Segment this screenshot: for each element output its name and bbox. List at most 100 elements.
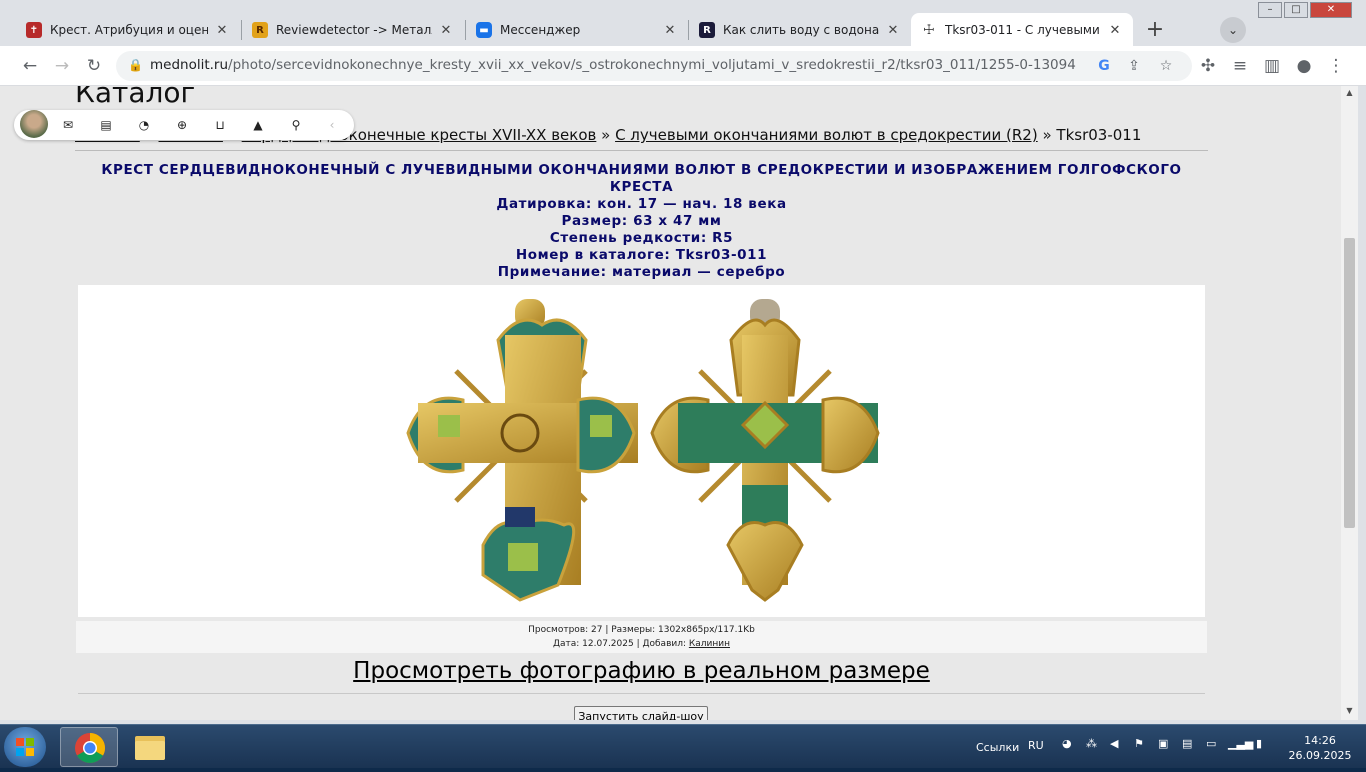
tray-app-icon[interactable]: ▣ bbox=[1158, 737, 1168, 750]
reading-list-icon[interactable]: ≡ bbox=[1228, 54, 1252, 78]
scroll-down-arrow-icon[interactable]: ▼ bbox=[1341, 706, 1358, 715]
side-panel-icon[interactable]: ▥ bbox=[1260, 54, 1284, 78]
tab-1[interactable]: ✝ Крест. Атрибуция и оценка - ✕ bbox=[16, 13, 240, 47]
chrome-taskbar-button[interactable] bbox=[60, 727, 118, 767]
links-toolbar[interactable]: Ссылки bbox=[976, 741, 1019, 754]
close-tab-icon[interactable]: ✕ bbox=[438, 23, 454, 38]
breadcrumb-current: Tksr03-011 bbox=[1056, 126, 1142, 144]
r-favicon-icon: R bbox=[699, 22, 715, 38]
author-link[interactable]: Калинин bbox=[689, 639, 730, 649]
close-tab-icon[interactable]: ✕ bbox=[885, 23, 901, 38]
bookmark-star-icon[interactable]: ☆ bbox=[1156, 56, 1176, 76]
network-icon[interactable]: ◕ bbox=[1062, 737, 1072, 750]
google-lens-icon[interactable]: G bbox=[1094, 56, 1114, 76]
tab-3[interactable]: ▬ Мессенджер ✕ bbox=[466, 13, 688, 47]
close-tab-icon[interactable]: ✕ bbox=[1107, 23, 1123, 38]
divider bbox=[75, 150, 1208, 151]
item-dating: Датировка: кон. 17 — нач. 18 века bbox=[496, 196, 787, 212]
language-indicator[interactable]: RU bbox=[1028, 739, 1044, 752]
cross-photo[interactable] bbox=[78, 285, 1205, 617]
share-icon[interactable]: ⇪ bbox=[1124, 56, 1144, 76]
tab-5-active[interactable]: ☩ Tksr03-011 - С лучевыми око ✕ bbox=[911, 13, 1133, 47]
display-icon[interactable]: ▭ bbox=[1206, 737, 1216, 750]
item-title: КРЕСТ СЕРДЦЕВИДНОКОНЕЧНЫЙ С ЛУЧЕВИДНЫМИ … bbox=[101, 162, 1182, 195]
close-tab-icon[interactable]: ✕ bbox=[662, 23, 678, 38]
search-icon[interactable]: ⚲ bbox=[286, 115, 306, 135]
tab-title: Как слить воду с водонагрев bbox=[723, 23, 879, 37]
chrome-icon bbox=[75, 733, 106, 764]
explorer-taskbar-button[interactable] bbox=[121, 727, 179, 767]
chat-icon[interactable]: ◔ bbox=[134, 115, 154, 135]
page-heading: Каталог bbox=[75, 86, 196, 109]
cross-favicon-icon: ☩ bbox=[921, 22, 937, 38]
menu-icon[interactable]: ⋮ bbox=[1324, 54, 1348, 78]
item-rarity: Степень редкости: R5 bbox=[549, 230, 734, 246]
breadcrumb-separator: » bbox=[1037, 126, 1057, 144]
item-catalog-number: Номер в каталоге: Tksr03-011 bbox=[515, 247, 768, 263]
messenger-favicon-icon: ▬ bbox=[476, 22, 492, 38]
tab-2[interactable]: R Reviewdetector -> Металлопл ✕ bbox=[242, 13, 464, 47]
photo-date: Дата: 12.07.2025 | Добавил: bbox=[552, 639, 689, 649]
volume-icon[interactable]: ◀ bbox=[1110, 737, 1118, 750]
photo-date-author: Дата: 12.07.2025 | Добавил: Калинин bbox=[76, 637, 1207, 651]
tab-title: Reviewdetector -> Металлопл bbox=[276, 23, 432, 37]
item-size: Размер: 63 х 47 мм bbox=[561, 213, 722, 229]
photo-stats: Просмотров: 27 | Размеры: 1302x865px/117… bbox=[528, 625, 755, 635]
clock-date: 26.09.2025 bbox=[1288, 749, 1352, 762]
tab-search-icon[interactable]: ⌄ bbox=[1220, 17, 1246, 43]
reviewdetector-favicon-icon: R bbox=[252, 22, 268, 38]
tab-4[interactable]: R Как слить воду с водонагрев ✕ bbox=[689, 13, 911, 47]
floating-toolbar: ✉ ▤ ◔ ⊕ ⊔ ▲ ⚲ ‹ bbox=[14, 110, 354, 140]
profile-icon[interactable]: ● bbox=[1292, 54, 1316, 78]
scroll-up-arrow-icon[interactable]: ▲ bbox=[1341, 88, 1358, 97]
back-icon[interactable]: ← bbox=[18, 54, 42, 78]
breadcrumb-subcategory[interactable]: С лучевыми окончаниями волют в средокрес… bbox=[615, 126, 1038, 144]
tab-title: Tksr03-011 - С лучевыми око bbox=[945, 23, 1101, 37]
cross-illustration bbox=[406, 299, 880, 602]
address-bar[interactable]: 🔒 mednolit.ru/photo/sercevidnokonechnye_… bbox=[116, 51, 1192, 81]
system-clock[interactable]: 14:26 26.09.2025 bbox=[1280, 733, 1360, 763]
browser-toolbar: ← → ↻ 🔒 mednolit.ru/photo/sercevidnokone… bbox=[0, 46, 1366, 86]
reload-icon[interactable]: ↻ bbox=[82, 54, 106, 78]
tab-title: Крест. Атрибуция и оценка - bbox=[50, 23, 208, 37]
vertical-scrollbar[interactable]: ▲ ▼ bbox=[1341, 86, 1358, 720]
minimize-button[interactable]: – bbox=[1258, 2, 1282, 18]
close-window-button[interactable]: ✕ bbox=[1310, 2, 1352, 18]
url-text[interactable]: mednolit.ru/photo/sercevidnokonechnye_kr… bbox=[150, 57, 1076, 73]
windows-taskbar: Ссылки RU ◕ ⁂ ◀ ⚑ ▣ ▤ ▭ ▁▃▅ ▮ 14:26 26.0… bbox=[0, 724, 1366, 768]
windows-logo-icon bbox=[16, 738, 34, 756]
extensions-icon[interactable]: ✣ bbox=[1196, 54, 1220, 78]
forward-icon[interactable]: → bbox=[50, 54, 74, 78]
divider bbox=[78, 693, 1205, 694]
bell-icon[interactable]: ▲ bbox=[248, 115, 268, 135]
folder-icon bbox=[135, 736, 165, 760]
photo-meta: Просмотров: 27 | Размеры: 1302x865px/117… bbox=[76, 621, 1207, 653]
notes-icon[interactable]: ▤ bbox=[96, 115, 116, 135]
scroll-thumb[interactable] bbox=[1344, 238, 1355, 528]
item-note: Примечание: материал — серебро bbox=[497, 264, 786, 280]
clock-time: 14:26 bbox=[1304, 734, 1336, 747]
action-center-flag-icon[interactable]: ⚑ bbox=[1134, 737, 1144, 750]
battery-icon[interactable]: ▮ bbox=[1256, 737, 1262, 750]
cross-front bbox=[406, 299, 638, 602]
new-tab-button[interactable]: + bbox=[1141, 17, 1169, 45]
close-tab-icon[interactable]: ✕ bbox=[214, 23, 230, 38]
add-icon[interactable]: ⊕ bbox=[172, 115, 192, 135]
lock-icon[interactable]: 🔒 bbox=[128, 58, 143, 72]
cross-back bbox=[650, 299, 880, 602]
chevron-left-icon[interactable]: ‹ bbox=[322, 115, 342, 135]
tab-strip: ✝ Крест. Атрибуция и оценка - ✕ R Review… bbox=[0, 0, 1366, 47]
start-button[interactable] bbox=[4, 727, 46, 767]
network-status-icon[interactable]: ⁂ bbox=[1086, 737, 1097, 750]
mail-icon[interactable]: ✉ bbox=[58, 115, 78, 135]
avatar[interactable] bbox=[20, 110, 48, 138]
signal-icon[interactable]: ▁▃▅ bbox=[1228, 737, 1253, 750]
site-favicon-icon: ✝ bbox=[26, 22, 42, 38]
item-info: КРЕСТ СЕРДЦЕВИДНОКОНЕЧНЫЙ С ЛУЧЕВИДНЫМИ … bbox=[75, 162, 1208, 281]
tray-app2-icon[interactable]: ▤ bbox=[1182, 737, 1192, 750]
basket-icon[interactable]: ⊔ bbox=[210, 115, 230, 135]
slideshow-button[interactable]: Запустить слайд-шоу bbox=[574, 706, 708, 720]
tab-title: Мессенджер bbox=[500, 23, 581, 37]
full-size-link[interactable]: Просмотреть фотографию в реальном размер… bbox=[0, 658, 1283, 684]
maximize-button[interactable]: □ bbox=[1284, 2, 1308, 18]
